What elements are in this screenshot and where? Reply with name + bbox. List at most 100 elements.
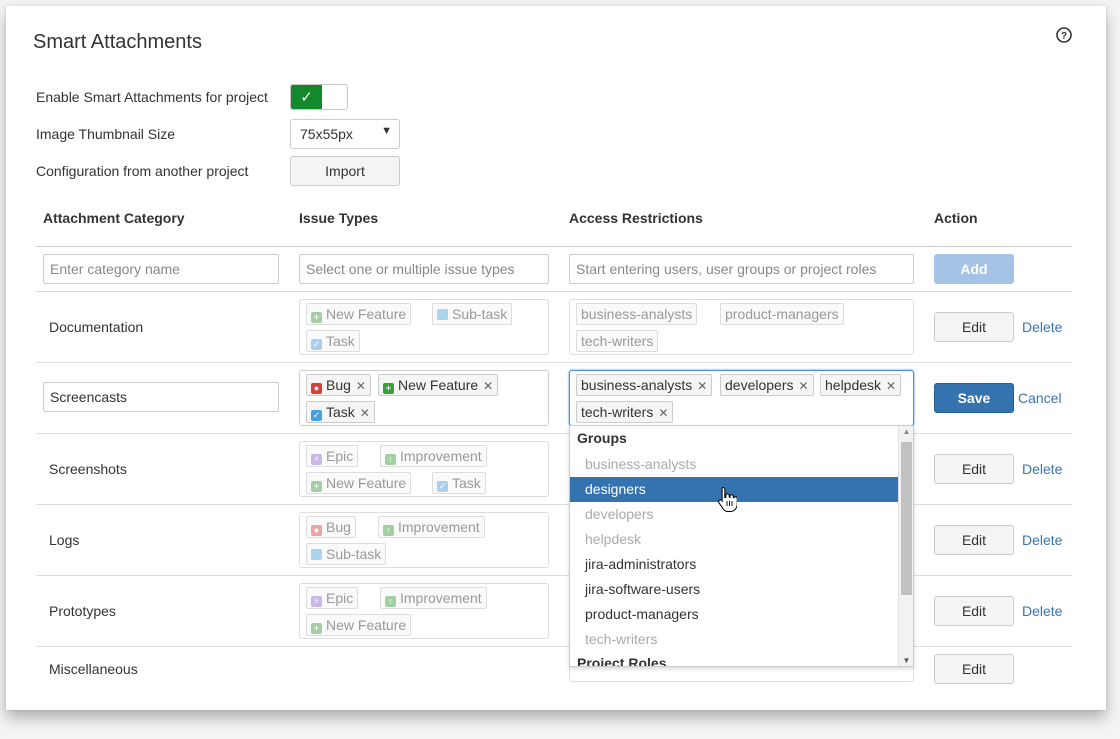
- header-category: Attachment Category: [43, 210, 185, 226]
- new-feature-icon: +: [311, 312, 322, 323]
- edit-button[interactable]: Edit: [934, 454, 1014, 484]
- header-divider: [36, 246, 1072, 247]
- header-action: Action: [934, 210, 978, 226]
- category-name-edit-input[interactable]: Screencasts: [43, 382, 279, 412]
- access-edit-box[interactable]: business-analysts ✕ developers ✕ helpdesk ✕…: [569, 370, 914, 426]
- dropdown-option: helpdesk: [585, 531, 642, 547]
- delete-link[interactable]: Delete: [1022, 319, 1062, 335]
- tag-tech-writers: tech-writers ✕: [576, 401, 674, 423]
- enable-label: Enable Smart Attachments for project: [36, 89, 268, 105]
- tag-tech-writers: tech-writers: [576, 330, 659, 352]
- page-title: Smart Attachments: [33, 31, 202, 53]
- tag-sub-task: Sub-task: [306, 543, 387, 565]
- epic-icon: ⚡: [311, 596, 322, 607]
- tag-improvement: ↑ Improvement: [380, 445, 487, 467]
- remove-tag-icon[interactable]: ✕: [356, 379, 366, 393]
- cancel-link[interactable]: Cancel: [1018, 390, 1062, 406]
- remove-tag-icon[interactable]: ✕: [658, 406, 668, 420]
- epic-icon: ⚡: [311, 454, 322, 465]
- delete-link[interactable]: Delete: [1022, 603, 1062, 619]
- remove-tag-icon[interactable]: ✕: [886, 379, 896, 393]
- row-divider: [36, 575, 1072, 576]
- header-access: Access Restrictions: [569, 210, 703, 226]
- tag-improvement: ↑ Improvement: [378, 516, 485, 538]
- hand-pointer-icon: [718, 486, 737, 512]
- enable-toggle[interactable]: ✓: [290, 84, 348, 110]
- issue-types-edit-box[interactable]: ● Bug ✕ + New Feature ✕ ✓ Task ✕: [299, 370, 549, 426]
- issue-types-box: ⚡ Epic ↑ Improvement + New Feature: [299, 583, 549, 639]
- issue-types-input[interactable]: Select one or multiple issue types: [299, 254, 549, 284]
- save-button[interactable]: Save: [934, 383, 1014, 413]
- bug-icon: ●: [311, 525, 322, 536]
- dropdown-scrollbar[interactable]: ▲ ▼: [898, 426, 913, 666]
- row-divider: [36, 646, 1072, 647]
- tag-new-feature: + New Feature ✕: [378, 374, 499, 396]
- category-logs: Logs: [49, 532, 80, 548]
- caret-down-icon: ▼: [381, 125, 392, 137]
- tag-developers: developers ✕: [720, 374, 814, 396]
- issue-types-box: ⚡ Epic ↑ Improvement + New Feature ✓ Task: [299, 441, 549, 497]
- svg-text:?: ?: [1061, 31, 1067, 42]
- import-label: Configuration from another project: [36, 163, 249, 179]
- bug-icon: ●: [311, 383, 322, 394]
- tag-task: ✓ Task: [306, 330, 360, 352]
- dropdown-option[interactable]: jira-administrators: [570, 552, 898, 577]
- sub-task-icon: [437, 309, 448, 320]
- remove-tag-icon[interactable]: ✕: [799, 379, 809, 393]
- import-button[interactable]: Import: [290, 156, 400, 186]
- improvement-icon: ↑: [383, 525, 394, 536]
- header-issue-types: Issue Types: [299, 210, 379, 226]
- row-divider: [36, 291, 1072, 292]
- thumbnail-size-label: Image Thumbnail Size: [36, 126, 176, 142]
- improvement-icon: ↑: [385, 596, 396, 607]
- tag-epic: ⚡ Epic: [306, 587, 359, 609]
- scrollbar-thumb[interactable]: [901, 442, 912, 595]
- task-icon: ✓: [311, 339, 322, 350]
- remove-tag-icon[interactable]: ✕: [360, 406, 370, 420]
- edit-button[interactable]: Edit: [934, 525, 1014, 555]
- remove-tag-icon[interactable]: ✕: [697, 379, 707, 393]
- tag-business-analysts: business-analysts: [576, 303, 698, 325]
- settings-panel: Smart Attachments ? Enable Smart Attachm…: [6, 6, 1106, 710]
- dropdown-option[interactable]: jira-software-users: [570, 577, 898, 602]
- thumbnail-size-select[interactable]: 75x55px ▼: [290, 119, 400, 149]
- tag-helpdesk: helpdesk ✕: [820, 374, 902, 396]
- new-feature-icon: +: [383, 383, 394, 394]
- dropdown-option: business-analysts: [585, 456, 697, 472]
- tag-new-feature: + New Feature: [306, 472, 412, 494]
- access-restrictions-input[interactable]: Start entering users, user groups or pro…: [569, 254, 914, 284]
- category-miscellaneous: Miscellaneous: [49, 661, 138, 677]
- dropdown-option[interactable]: product-managers: [570, 602, 898, 627]
- new-feature-icon: +: [311, 623, 322, 634]
- dropdown-group-header: Groups: [577, 430, 627, 446]
- category-screenshots: Screenshots: [49, 461, 127, 477]
- remove-tag-icon[interactable]: ✕: [483, 379, 493, 393]
- tag-improvement: ↑ Improvement: [380, 587, 487, 609]
- improvement-icon: ↑: [385, 454, 396, 465]
- scroll-up-icon[interactable]: ▲: [899, 427, 913, 436]
- issue-types-box: + New Feature Sub-task ✓ Task: [299, 299, 549, 355]
- add-button[interactable]: Add: [934, 254, 1014, 284]
- edit-button[interactable]: Edit: [934, 312, 1014, 342]
- check-icon: ✓: [291, 85, 322, 109]
- delete-link[interactable]: Delete: [1022, 461, 1062, 477]
- tag-product-managers: product-managers: [720, 303, 844, 325]
- new-feature-icon: +: [311, 481, 322, 492]
- tag-new-feature: + New Feature: [306, 614, 412, 636]
- edit-button[interactable]: Edit: [934, 654, 1014, 684]
- scroll-down-icon[interactable]: ▼: [899, 656, 913, 665]
- access-suggestions-dropdown[interactable]: Groups business-analysts designers devel…: [569, 425, 914, 667]
- help-icon[interactable]: ?: [1056, 27, 1072, 43]
- access-box: business-analysts product-managers tech-…: [569, 299, 914, 355]
- row-divider: [36, 504, 1072, 505]
- dropdown-option: tech-writers: [585, 631, 658, 647]
- category-name-input[interactable]: Enter category name: [43, 254, 279, 284]
- edit-button[interactable]: Edit: [934, 596, 1014, 626]
- dropdown-group-header: Project Roles: [577, 655, 667, 667]
- tag-bug: ● Bug: [306, 516, 356, 538]
- issue-types-box: ● Bug ↑ Improvement Sub-task: [299, 512, 549, 568]
- row-divider: [36, 433, 1072, 434]
- category-prototypes: Prototypes: [49, 603, 116, 619]
- delete-link[interactable]: Delete: [1022, 532, 1062, 548]
- tag-new-feature: + New Feature: [306, 303, 412, 325]
